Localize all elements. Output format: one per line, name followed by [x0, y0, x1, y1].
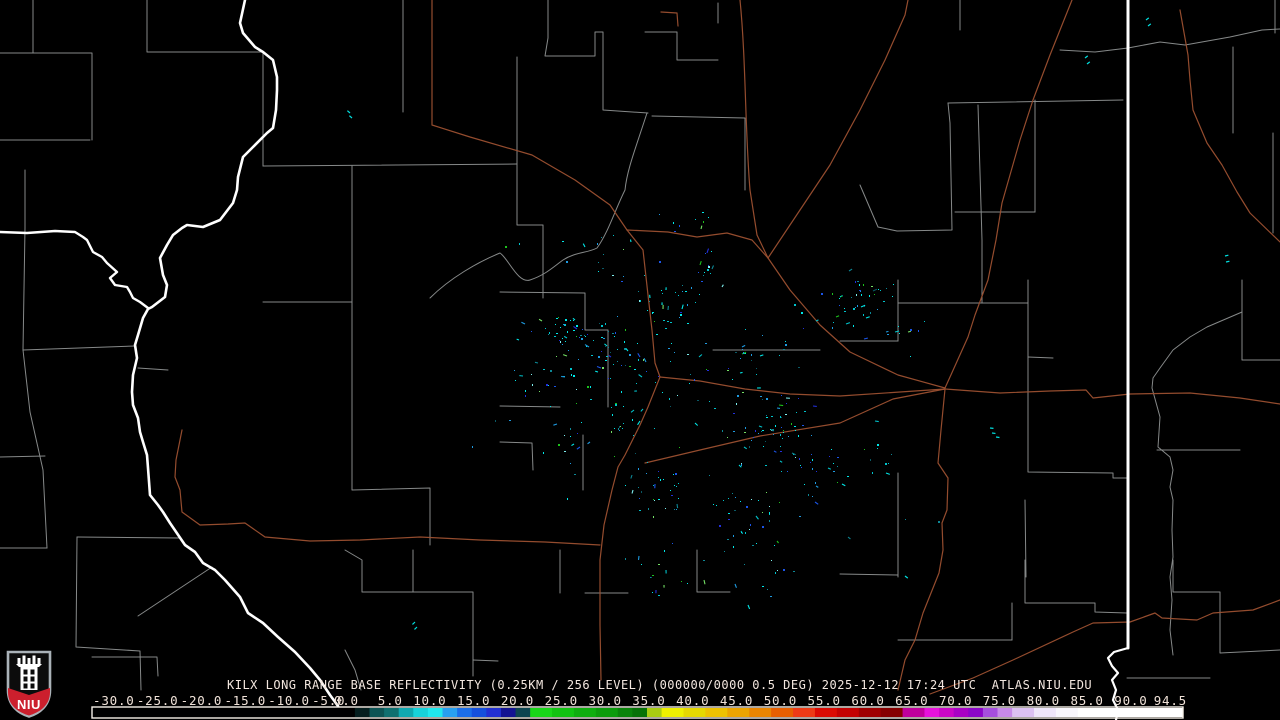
colorbar-tick-label: 50.0 — [764, 693, 797, 708]
colorbar-tick-label: 10.0 — [413, 693, 446, 708]
colorbar-tick-label: 15.0 — [457, 693, 490, 708]
colorbar-tick-label: 94.5 — [1154, 693, 1187, 708]
radar-map: -30.0-25.0-20.0-15.0-10.0-5.00.05.010.01… — [0, 0, 1280, 720]
colorbar-tick-label: 90.0 — [1114, 693, 1147, 708]
colorbar-tick-label: -20.0 — [181, 693, 223, 708]
niu-logo: NIU — [6, 650, 52, 718]
colorbar-tick-label: 65.0 — [895, 693, 928, 708]
colorbar-tick-label: 70.0 — [939, 693, 972, 708]
county-lines-layer — [0, 0, 1280, 690]
colorbar — [92, 707, 1184, 718]
colorbar-tick-label: -10.0 — [268, 693, 310, 708]
colorbar-tick-label: 85.0 — [1070, 693, 1103, 708]
colorbar-tick-label: -15.0 — [224, 693, 266, 708]
roads-layer — [175, 0, 1280, 694]
state-borders-layer — [0, 0, 1128, 720]
colorbar-labels: -30.0-25.0-20.0-15.0-10.0-5.00.05.010.01… — [93, 693, 1187, 708]
colorbar-tick-label: 60.0 — [851, 693, 884, 708]
colorbar-tick-label: 25.0 — [545, 693, 578, 708]
map-caption: KILX LONG RANGE BASE REFLECTIVITY (0.25K… — [227, 678, 1092, 692]
radar-viewer: -30.0-25.0-20.0-15.0-10.0-5.00.05.010.01… — [0, 0, 1280, 720]
radar-echoes-layer — [347, 18, 1229, 630]
colorbar-tick-label: 45.0 — [720, 693, 753, 708]
colorbar-tick-label: 5.0 — [378, 693, 403, 708]
colorbar-tick-label: 20.0 — [501, 693, 534, 708]
colorbar-tick-label: 30.0 — [588, 693, 621, 708]
colorbar-tick-label: -25.0 — [137, 693, 179, 708]
logo-text: NIU — [17, 697, 41, 712]
colorbar-tick-label: -30.0 — [93, 693, 135, 708]
colorbar-tick-label: 75.0 — [983, 693, 1016, 708]
colorbar-tick-label: 80.0 — [1027, 693, 1060, 708]
colorbar-tick-label: 35.0 — [632, 693, 665, 708]
colorbar-tick-label: 40.0 — [676, 693, 709, 708]
colorbar-tick-label: 0.0 — [334, 693, 359, 708]
colorbar-tick-label: 55.0 — [808, 693, 841, 708]
